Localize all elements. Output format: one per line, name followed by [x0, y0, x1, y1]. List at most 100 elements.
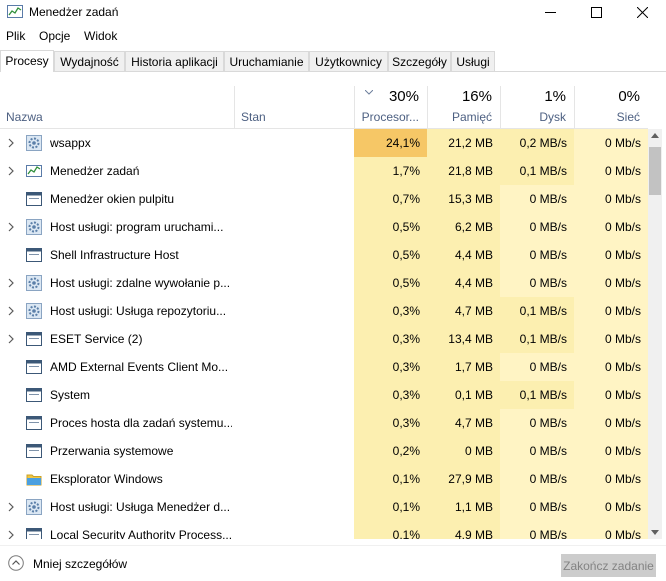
process-cpu: 0,5%	[354, 269, 427, 297]
chevron-right-icon[interactable]	[7, 166, 15, 176]
scroll-down-icon[interactable]	[651, 530, 659, 535]
column-name[interactable]: Nazwa	[0, 86, 234, 128]
end-task-button[interactable]: Zakończ zadanie	[561, 554, 656, 577]
gear-icon	[26, 303, 42, 319]
process-memory: 4,7 MB	[427, 297, 500, 325]
process-row[interactable]: Host usługi: Usługa Menedżer d... 0,1% 1,1…	[0, 493, 648, 521]
window-icon	[26, 192, 42, 206]
column-name-label: Nazwa	[6, 110, 43, 124]
process-memory: 21,8 MB	[427, 157, 500, 185]
process-memory: 4,9 MB	[427, 521, 500, 539]
process-row[interactable]: Eksplorator Windows 0,1% 27,9 MB 0 MB/s 0 Mb…	[0, 465, 648, 493]
column-status-label: Stan	[241, 110, 266, 124]
menu-file[interactable]: Plik	[6, 29, 25, 43]
process-row[interactable]: Menedżer zadań 1,7% 21,8 MB 0,1 MB/s 0 Mb/s	[0, 157, 648, 185]
process-disk: 0 MB/s	[500, 521, 574, 539]
process-network: 0 Mb/s	[574, 409, 648, 437]
tab-performance[interactable]: Wydajność	[54, 51, 125, 71]
task-manager-icon	[7, 5, 23, 18]
process-row[interactable]: Proces hosta dla zadań systemu... 0,3% 4,7…	[0, 409, 648, 437]
process-cpu: 0,1%	[354, 493, 427, 521]
process-network: 0 Mb/s	[574, 325, 648, 353]
scrollbar-thumb[interactable]	[649, 147, 661, 195]
column-status[interactable]: Stan	[234, 86, 354, 128]
process-cpu: 0,3%	[354, 353, 427, 381]
tab-app-history[interactable]: Historia aplikacji	[125, 51, 224, 71]
process-network: 0 Mb/s	[574, 437, 648, 465]
chevron-right-icon[interactable]	[7, 306, 15, 316]
process-memory: 27,9 MB	[427, 465, 500, 493]
process-memory: 15,3 MB	[427, 185, 500, 213]
tab-startup[interactable]: Uruchamianie	[224, 51, 309, 71]
process-row[interactable]: Host usługi: zdalne wywołanie p... 0,5% 4,…	[0, 269, 648, 297]
chevron-right-icon[interactable]	[7, 222, 15, 232]
process-row[interactable]: Przerwania systemowe 0,2% 0 MB 0 MB/s 0 Mb/s	[0, 437, 648, 465]
process-row[interactable]: AMD External Events Client Mo... 0,3% 1,7 …	[0, 353, 648, 381]
process-disk: 0 MB/s	[500, 213, 574, 241]
menu-bar: Plik Opcje Widok	[0, 26, 666, 46]
vertical-scrollbar[interactable]	[648, 129, 662, 539]
gear-icon	[26, 135, 42, 151]
process-name: Menedżer zadań	[50, 164, 140, 178]
process-cpu: 0,5%	[354, 241, 427, 269]
column-disk[interactable]: 1% Dysk	[500, 86, 574, 128]
process-network: 0 Mb/s	[574, 129, 648, 157]
title-bar: Menedżer zadań	[0, 0, 666, 24]
column-cpu[interactable]: 30% Procesor...	[354, 86, 427, 128]
chevron-right-icon[interactable]	[7, 502, 15, 512]
window-icon	[26, 248, 42, 262]
column-network-label: Sieć	[616, 110, 640, 124]
close-button[interactable]	[619, 0, 665, 24]
process-row[interactable]: Menedżer okien pulpitu 0,7% 15,3 MB 0 MB/s 0…	[0, 185, 648, 213]
fewer-details-link[interactable]: Mniej szczegółów	[33, 557, 127, 571]
tab-strip: Procesy Wydajność Historia aplikacji Uru…	[0, 50, 666, 72]
process-network: 0 Mb/s	[574, 465, 648, 493]
process-cpu: 24,1%	[354, 129, 427, 157]
tab-services[interactable]: Usługi	[451, 51, 495, 71]
menu-options[interactable]: Opcje	[39, 29, 70, 43]
tab-processes[interactable]: Procesy	[0, 50, 54, 72]
minimize-button[interactable]	[527, 0, 573, 24]
process-name: Host usługi: zdalne wywołanie p...	[50, 276, 231, 290]
process-cpu: 0,2%	[354, 437, 427, 465]
process-row[interactable]: Host usługi: program uruchami... 0,5% 6,2 …	[0, 213, 648, 241]
window-icon	[26, 332, 42, 346]
fewer-details-icon[interactable]	[8, 555, 24, 571]
process-row[interactable]: wsappx 24,1% 21,2 MB 0,2 MB/s 0 Mb/s	[0, 129, 648, 157]
process-row[interactable]: ESET Service (2) 0,3% 13,4 MB 0,1 MB/s 0 Mb/…	[0, 325, 648, 353]
process-row[interactable]: Local Security Authority Process... 0,1% 4…	[0, 521, 648, 539]
process-row[interactable]: Shell Infrastructure Host 0,5% 4,4 MB 0 MB/…	[0, 241, 648, 269]
process-memory: 1,7 MB	[427, 353, 500, 381]
window-icon	[26, 416, 42, 430]
chevron-right-icon[interactable]	[7, 334, 15, 344]
process-network: 0 Mb/s	[574, 353, 648, 381]
network-total: 0%	[618, 88, 640, 105]
chevron-right-icon[interactable]	[7, 278, 15, 288]
process-row[interactable]: System 0,3% 0,1 MB 0,1 MB/s 0 Mb/s	[0, 381, 648, 409]
process-name: Proces hosta dla zadań systemu...	[50, 416, 232, 430]
process-memory: 13,4 MB	[427, 325, 500, 353]
tab-details[interactable]: Szczegóły	[388, 51, 451, 71]
process-disk: 0,1 MB/s	[500, 381, 574, 409]
process-name: Eksplorator Windows	[50, 472, 163, 486]
process-disk: 0 MB/s	[500, 353, 574, 381]
chevron-right-icon[interactable]	[7, 530, 15, 539]
chevron-right-icon[interactable]	[7, 138, 15, 148]
process-memory: 4,4 MB	[427, 269, 500, 297]
process-network: 0 Mb/s	[574, 241, 648, 269]
maximize-button[interactable]	[573, 0, 619, 24]
process-disk: 0,1 MB/s	[500, 325, 574, 353]
process-row[interactable]: Host usługi: Usługa repozytoriu... 0,3% 4,…	[0, 297, 648, 325]
scroll-up-icon[interactable]	[651, 133, 659, 138]
process-cpu: 0,3%	[354, 409, 427, 437]
gear-icon	[26, 275, 42, 291]
tab-divider	[0, 71, 666, 72]
column-memory[interactable]: 16% Pamięć	[427, 86, 500, 128]
column-network[interactable]: 0% Sieć	[574, 86, 648, 128]
process-disk: 0,1 MB/s	[500, 157, 574, 185]
process-name: System	[50, 388, 91, 402]
tab-users[interactable]: Użytkownicy	[309, 51, 388, 71]
menu-view[interactable]: Widok	[84, 29, 117, 43]
process-name: Host usługi: program uruchami...	[50, 220, 224, 234]
process-network: 0 Mb/s	[574, 493, 648, 521]
